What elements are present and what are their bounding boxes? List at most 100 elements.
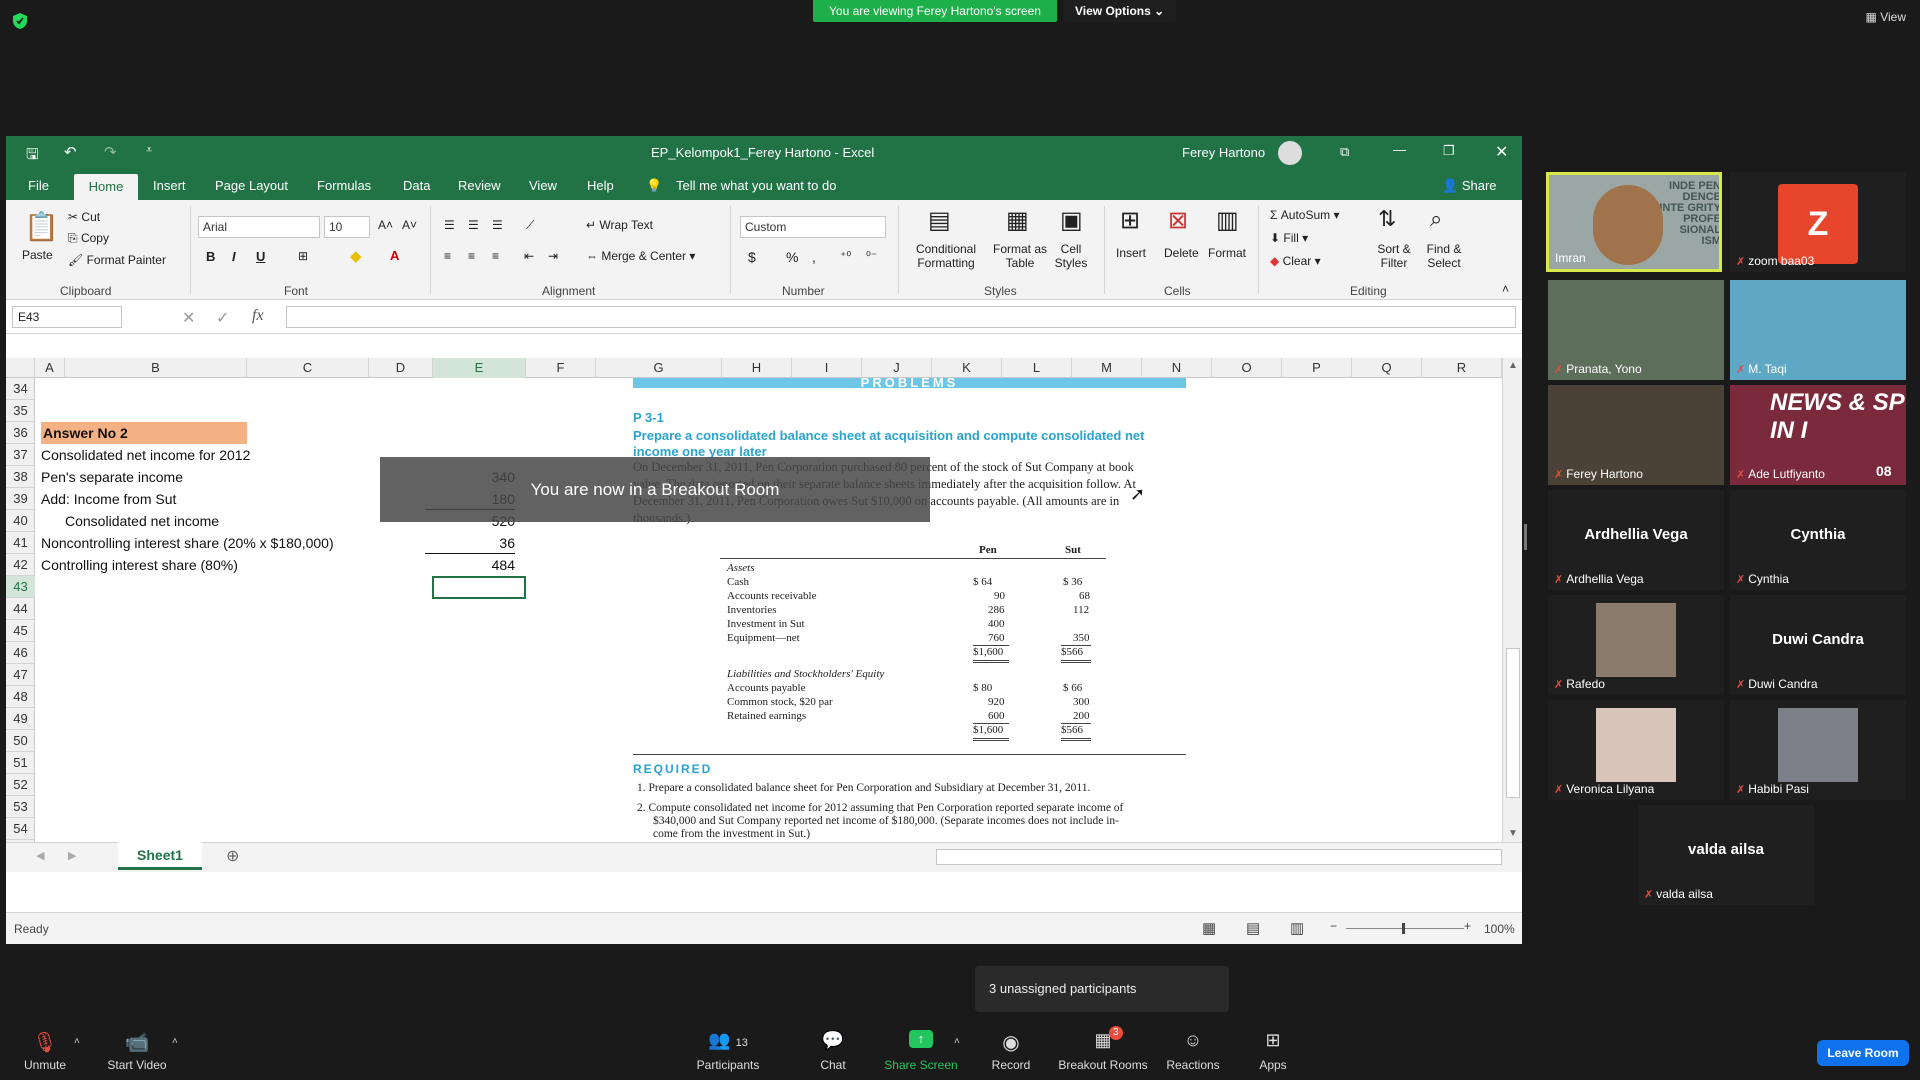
cell-styles-icon[interactable]: ▣	[1060, 206, 1083, 235]
bold-icon[interactable]: B	[206, 249, 215, 264]
clear-button[interactable]: ◆ Clear ▾	[1270, 254, 1321, 268]
comma-icon[interactable]: ,	[812, 249, 816, 265]
row-header[interactable]: 38	[6, 466, 35, 488]
tab-view[interactable]: View	[529, 178, 557, 193]
row-header[interactable]: 36	[6, 422, 35, 444]
tab-home[interactable]: Home	[74, 174, 138, 200]
row-header[interactable]: 41	[6, 532, 35, 554]
avatar[interactable]	[1278, 141, 1302, 165]
participant-tile[interactable]: ✗ Ferey Hartono	[1548, 385, 1724, 485]
delete-cells-icon[interactable]: ⊠	[1168, 206, 1188, 235]
borders-icon[interactable]: ⊞	[298, 249, 308, 263]
tab-data[interactable]: Data	[403, 178, 430, 193]
percent-icon[interactable]: %	[786, 249, 798, 265]
conditional-formatting-icon[interactable]: ▤	[928, 206, 951, 235]
align-top-icon[interactable]: ☰	[444, 218, 455, 232]
select-all-corner[interactable]	[6, 358, 35, 378]
unassigned-popup[interactable]: 3 unassigned participants	[975, 966, 1229, 1012]
cut-button[interactable]: ✂ Cut	[68, 210, 100, 224]
align-middle-icon[interactable]: ☰	[468, 218, 479, 232]
column-header[interactable]: D	[369, 358, 433, 378]
row-header[interactable]: 45	[6, 620, 35, 642]
column-header[interactable]: N	[1142, 358, 1212, 378]
sort-filter-icon[interactable]: ⇅	[1378, 206, 1396, 232]
participant-tile[interactable]: NEWS & SP IN I 08 ✗ Ade Lutfiyanto	[1730, 385, 1906, 485]
share-screen-button[interactable]: ↑ Share Screen	[876, 1030, 966, 1072]
tab-insert[interactable]: Insert	[153, 178, 186, 193]
participant-tile[interactable]: Cynthia ✗ Cynthia	[1730, 490, 1906, 590]
currency-icon[interactable]: $	[748, 249, 756, 265]
cell-b37[interactable]: Consolidated net income for 2012	[41, 444, 250, 466]
sort-filter-button[interactable]: Sort & Filter	[1370, 242, 1418, 270]
column-header[interactable]: Q	[1352, 358, 1422, 378]
font-size-select[interactable]: 10	[324, 216, 370, 238]
orientation-icon[interactable]: ⟋	[526, 218, 534, 233]
zoom-level[interactable]: 100%	[1484, 922, 1515, 936]
participant-tile[interactable]: Z ✗ zoom baa03	[1730, 172, 1906, 272]
add-sheet-icon[interactable]: ⊕	[226, 846, 239, 866]
tab-review[interactable]: Review	[458, 178, 501, 193]
user-name[interactable]: Ferey Hartono	[1182, 145, 1265, 160]
row-header[interactable]: 51	[6, 752, 35, 774]
row-header[interactable]: 43	[6, 576, 35, 598]
cancel-formula-icon[interactable]: ✕	[182, 308, 195, 328]
row-header[interactable]: 35	[6, 400, 35, 422]
column-header[interactable]: C	[247, 358, 369, 378]
delete-cells-button[interactable]: Delete	[1164, 246, 1199, 260]
find-select-button[interactable]: Find & Select	[1420, 242, 1468, 270]
active-cell-e43[interactable]	[432, 576, 526, 599]
conditional-formatting-button[interactable]: Conditional Formatting	[906, 242, 986, 270]
vertical-scrollbar[interactable]: ▲ ▼	[1502, 358, 1522, 842]
italic-icon[interactable]: I	[232, 249, 236, 264]
increase-indent-icon[interactable]: ⇥	[548, 249, 558, 263]
increase-decimal-icon[interactable]: ⁺⁰	[840, 249, 851, 263]
audio-options-icon[interactable]: ˄	[74, 1036, 80, 1047]
panel-resize-handle[interactable]	[1524, 524, 1527, 550]
format-as-table-button[interactable]: Format as Table	[988, 242, 1052, 270]
participant-tile[interactable]: Duwi Candra ✗ Duwi Candra	[1730, 595, 1906, 695]
format-as-table-icon[interactable]: ▦	[1006, 206, 1029, 235]
cell-b39[interactable]: Add: Income from Sut	[41, 488, 176, 510]
minimize-icon[interactable]: —	[1393, 142, 1406, 157]
tab-file[interactable]: File	[28, 178, 49, 193]
row-header[interactable]: 46	[6, 642, 35, 664]
align-right-icon[interactable]: ≡	[492, 249, 499, 263]
shield-icon[interactable]	[12, 12, 28, 30]
cell-b40[interactable]: Consolidated net income	[65, 510, 219, 532]
undo-icon[interactable]: ↶	[64, 143, 77, 161]
align-bottom-icon[interactable]: ☰	[492, 218, 503, 232]
scroll-thumb[interactable]	[1506, 648, 1520, 798]
column-header[interactable]: F	[526, 358, 596, 378]
reactions-button[interactable]: ☺ Reactions	[1148, 1030, 1238, 1072]
zoom-slider-thumb[interactable]	[1402, 923, 1405, 934]
breakout-rooms-button[interactable]: ▦ 3 Breakout Rooms	[1057, 1026, 1149, 1072]
row-header[interactable]: 37	[6, 444, 35, 466]
wrap-text-button[interactable]: ↵ Wrap Text	[586, 218, 653, 232]
column-header[interactable]: K	[932, 358, 1002, 378]
customize-qat-icon[interactable]: ⩡	[146, 144, 152, 157]
fill-color-icon[interactable]: ◆	[350, 247, 362, 265]
participant-tile[interactable]: Ardhellia Vega ✗ Ardhellia Vega	[1548, 490, 1724, 590]
fill-button[interactable]: ⬇ Fill ▾	[1270, 231, 1308, 245]
decrease-decimal-icon[interactable]: ⁰⁻	[866, 249, 877, 263]
page-layout-icon[interactable]: ▤	[1246, 919, 1260, 937]
cell-b42[interactable]: Controlling interest share (80%)	[41, 554, 238, 576]
number-format-select[interactable]: Custom	[740, 216, 886, 238]
formula-input[interactable]	[286, 306, 1516, 328]
paste-button[interactable]: Paste	[22, 248, 53, 262]
column-header[interactable]: L	[1002, 358, 1072, 378]
row-header[interactable]: 42	[6, 554, 35, 576]
participant-tile[interactable]: ✗ Habibi Pasi	[1730, 700, 1906, 800]
tab-page-layout[interactable]: Page Layout	[215, 178, 288, 193]
column-header[interactable]: A	[35, 358, 65, 378]
column-header[interactable]: H	[722, 358, 792, 378]
column-header[interactable]: I	[792, 358, 862, 378]
participants-button[interactable]: 👥 13 Participants	[683, 1030, 773, 1072]
leave-room-button[interactable]: Leave Room	[1817, 1040, 1909, 1066]
view-button[interactable]: ▦ View	[1866, 10, 1906, 24]
view-options-button[interactable]: View Options ⌄	[1063, 0, 1177, 22]
row-header[interactable]: 34	[6, 378, 35, 400]
format-painter-button[interactable]: 🖌 Format Painter	[68, 253, 166, 267]
column-header[interactable]: J	[862, 358, 932, 378]
participant-tile[interactable]: ✗ M. Taqi	[1730, 280, 1906, 380]
